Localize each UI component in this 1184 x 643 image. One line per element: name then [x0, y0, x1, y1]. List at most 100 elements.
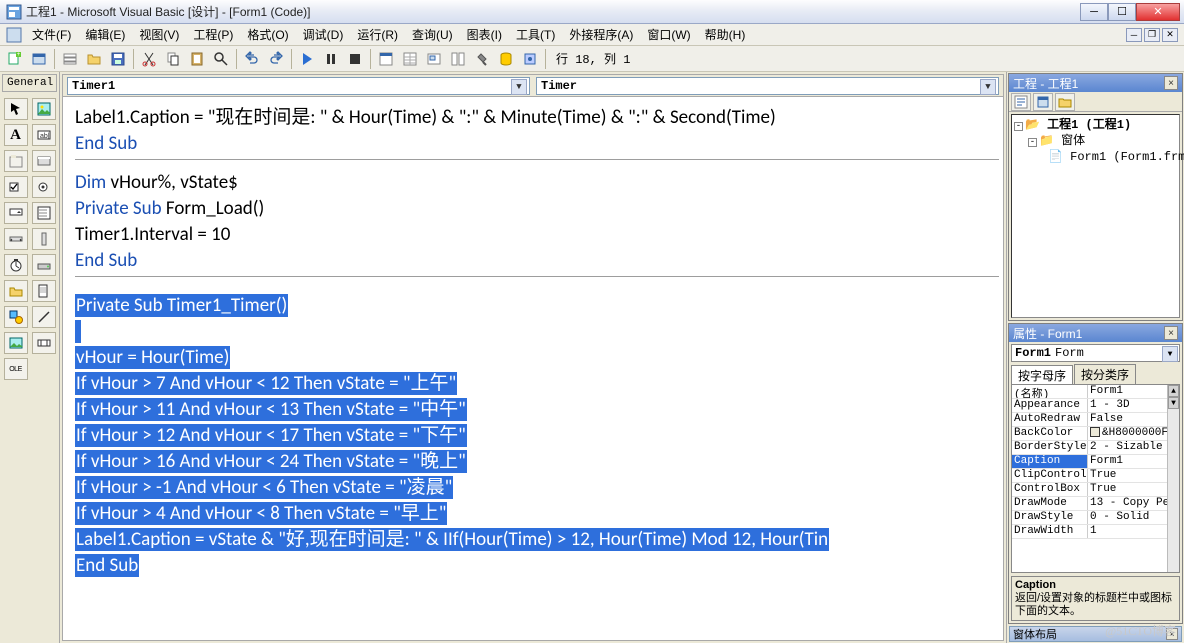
- redo-button[interactable]: [265, 48, 287, 70]
- menu-tools[interactable]: 工具(T): [510, 24, 561, 45]
- project-explorer-panel: 工程 - 工程1 × -📂 工程1 (工程1) -📁 窗体 📄 Form1 (F…: [1008, 73, 1183, 321]
- property-row[interactable]: DrawWidth1: [1012, 525, 1179, 539]
- code-editor[interactable]: Label1.Caption = "现在时间是: " & Hour(Time) …: [63, 97, 1003, 640]
- object-combobox[interactable]: Timer1: [67, 77, 530, 95]
- filelistbox-tool[interactable]: [32, 280, 56, 302]
- vscrollbar-tool[interactable]: [32, 228, 56, 250]
- view-object-button[interactable]: [1033, 93, 1053, 111]
- properties-grid[interactable]: (名称)Form1Appearance1 - 3DAutoRedrawFalse…: [1011, 384, 1180, 573]
- copy-button[interactable]: [162, 48, 184, 70]
- menu-edit[interactable]: 编辑(E): [79, 24, 131, 45]
- property-row[interactable]: BorderStyle2 - Sizable: [1012, 441, 1179, 455]
- code-window: Timer1 Timer Label1.Caption = "现在时间是: " …: [62, 74, 1004, 641]
- toolbox-button[interactable]: [471, 48, 493, 70]
- menu-query[interactable]: 查询(U): [406, 24, 459, 45]
- menu-editor-button[interactable]: [59, 48, 81, 70]
- cursor-position: 行 18, 列 1: [556, 50, 630, 67]
- data-tool[interactable]: [32, 332, 56, 354]
- save-button[interactable]: [107, 48, 129, 70]
- mdi-minimize-button[interactable]: ─: [1126, 28, 1142, 42]
- toggle-folders-button[interactable]: [1055, 93, 1075, 111]
- procedure-combobox[interactable]: Timer: [536, 77, 999, 95]
- drivelistbox-tool[interactable]: [32, 254, 56, 276]
- property-row[interactable]: ControlBoxTrue: [1012, 483, 1179, 497]
- minimize-button[interactable]: ─: [1080, 3, 1108, 21]
- expand-icon[interactable]: -: [1028, 138, 1037, 147]
- menu-help[interactable]: 帮助(H): [699, 24, 752, 45]
- menu-run[interactable]: 运行(R): [351, 24, 404, 45]
- mdi-restore-button[interactable]: ❐: [1144, 28, 1160, 42]
- hscrollbar-tool[interactable]: [4, 228, 28, 250]
- mdi-close-button[interactable]: ✕: [1162, 28, 1178, 42]
- menu-diagram[interactable]: 图表(I): [461, 24, 508, 45]
- project-explorer-close-button[interactable]: ×: [1164, 76, 1178, 90]
- menu-window[interactable]: 窗口(W): [641, 24, 696, 45]
- timer-tool[interactable]: [4, 254, 28, 276]
- object-browser-button[interactable]: [447, 48, 469, 70]
- property-row[interactable]: (名称)Form1: [1012, 385, 1179, 399]
- project-tree[interactable]: -📂 工程1 (工程1) -📁 窗体 📄 Form1 (Form1.frm): [1011, 114, 1180, 318]
- titlebar: 工程1 - Microsoft Visual Basic [设计] - [For…: [0, 0, 1184, 24]
- menu-project[interactable]: 工程(P): [187, 24, 239, 45]
- undo-button[interactable]: [241, 48, 263, 70]
- end-button[interactable]: [344, 48, 366, 70]
- picturebox-tool[interactable]: [32, 98, 56, 120]
- property-row[interactable]: BackColor&H8000000F&: [1012, 427, 1179, 441]
- form-layout-panel-title: 窗体布局 ×: [1009, 626, 1182, 642]
- property-row[interactable]: ClipControlsTrue: [1012, 469, 1179, 483]
- expand-icon[interactable]: -: [1014, 122, 1023, 131]
- commandbutton-tool[interactable]: [32, 150, 56, 172]
- add-form-button[interactable]: [28, 48, 50, 70]
- menu-format[interactable]: 格式(O): [241, 24, 294, 45]
- dirlistbox-tool[interactable]: [4, 280, 28, 302]
- properties-panel: 属性 - Form1 × Form1 Form 按字母序 按分类序 (名称)Fo…: [1008, 323, 1183, 624]
- cut-button[interactable]: [138, 48, 160, 70]
- shape-tool[interactable]: [4, 306, 28, 328]
- pointer-tool[interactable]: [4, 98, 28, 120]
- properties-object-combobox[interactable]: Form1 Form: [1011, 344, 1180, 362]
- project-explorer-button[interactable]: [375, 48, 397, 70]
- frame-tool[interactable]: [4, 150, 28, 172]
- line-tool[interactable]: [32, 306, 56, 328]
- break-button[interactable]: [320, 48, 342, 70]
- view-code-button[interactable]: [1011, 93, 1031, 111]
- close-button[interactable]: ✕: [1136, 3, 1180, 21]
- paste-button[interactable]: [186, 48, 208, 70]
- property-row[interactable]: DrawMode13 - Copy Per: [1012, 497, 1179, 511]
- menu-debug[interactable]: 调试(D): [297, 24, 350, 45]
- property-row[interactable]: Appearance1 - 3D: [1012, 399, 1179, 413]
- properties-tab-categorized[interactable]: 按分类序: [1074, 364, 1136, 384]
- properties-close-button[interactable]: ×: [1164, 326, 1178, 340]
- property-row[interactable]: CaptionForm1: [1012, 455, 1179, 469]
- textbox-tool[interactable]: ab|: [32, 124, 56, 146]
- image-tool[interactable]: [4, 332, 28, 354]
- combobox-tool[interactable]: [4, 202, 28, 224]
- form-layout-close-button[interactable]: ×: [1166, 628, 1178, 640]
- code-selection: Private Sub Timer1_Timer() vHour = Hour(…: [75, 293, 999, 579]
- run-button[interactable]: [296, 48, 318, 70]
- maximize-button[interactable]: ☐: [1108, 3, 1136, 21]
- property-row[interactable]: DrawStyle0 - Solid: [1012, 511, 1179, 525]
- form-layout-button[interactable]: [423, 48, 445, 70]
- properties-tab-alphabetic[interactable]: 按字母序: [1011, 365, 1073, 385]
- listbox-tool[interactable]: [32, 202, 56, 224]
- toolbar: + 行 18, 列 1: [0, 46, 1184, 72]
- component-manager-button[interactable]: [519, 48, 541, 70]
- property-row[interactable]: AutoRedrawFalse: [1012, 413, 1179, 427]
- app-icon: [6, 4, 22, 20]
- ole-tool[interactable]: OLE: [4, 358, 28, 380]
- checkbox-tool[interactable]: [4, 176, 28, 198]
- label-tool[interactable]: A: [4, 124, 28, 146]
- svg-text:ab|: ab|: [40, 133, 50, 140]
- menu-file[interactable]: 文件(F): [26, 24, 77, 45]
- open-button[interactable]: [83, 48, 105, 70]
- add-project-button[interactable]: +: [4, 48, 26, 70]
- menu-view[interactable]: 视图(V): [133, 24, 185, 45]
- menu-addins[interactable]: 外接程序(A): [563, 24, 639, 45]
- properties-window-button[interactable]: [399, 48, 421, 70]
- properties-scrollbar[interactable]: ▲▼: [1167, 385, 1179, 572]
- data-view-button[interactable]: [495, 48, 517, 70]
- optionbutton-tool[interactable]: [32, 176, 56, 198]
- toolbox-tab-general[interactable]: General: [2, 74, 57, 92]
- find-button[interactable]: [210, 48, 232, 70]
